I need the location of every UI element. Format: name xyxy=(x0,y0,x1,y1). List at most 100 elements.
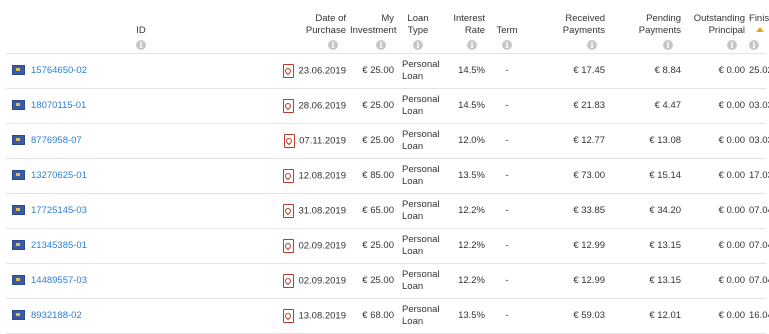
investment-cell: € 25.00 xyxy=(362,240,394,251)
table-row[interactable]: 17725145-03 31.08.2019 € 65.00 Personal … xyxy=(6,193,769,228)
pdf-icon[interactable] xyxy=(283,168,295,183)
pending-cell: € 12.01 xyxy=(649,310,682,321)
flag-icon xyxy=(12,310,25,321)
info-icon[interactable]: i xyxy=(587,39,598,50)
date-cell: 12.08.2019 xyxy=(276,158,348,193)
pdf-icon[interactable] xyxy=(284,133,296,148)
pdf-icon[interactable] xyxy=(283,98,295,113)
date-cell: 02.09.2019 xyxy=(276,228,348,263)
pending-cell: € 34.20 xyxy=(649,205,682,216)
loans-table-container: ID i Date of Purchase i My Investment i Loa… xyxy=(0,0,769,333)
received-cell: € 33.85 xyxy=(573,205,606,216)
loan-type-cell: Personal Loan xyxy=(402,128,440,152)
date-cell: 02.09.2019 xyxy=(276,263,348,298)
investment-cell: € 65.00 xyxy=(362,205,394,216)
outstanding-cell: € 0.00 xyxy=(718,275,746,286)
header-finished[interactable]: Finishedi xyxy=(747,0,769,53)
loan-id-link[interactable]: 17725145-03 xyxy=(31,205,87,216)
sort-ascending-icon[interactable] xyxy=(756,26,765,32)
outstanding-cell: € 0.00 xyxy=(718,205,746,216)
pdf-icon[interactable] xyxy=(283,308,295,323)
info-icon[interactable]: i xyxy=(749,39,760,50)
investment-cell: € 25.00 xyxy=(362,275,394,286)
table-row[interactable]: 8776958-07 07.11.2019 € 25.00 Personal L… xyxy=(6,123,769,158)
table-row[interactable]: 18070115-01 28.06.2019 € 25.00 Personal … xyxy=(6,88,769,123)
received-cell: € 21.83 xyxy=(573,100,606,111)
header-loan-type[interactable]: Loan Type i xyxy=(396,0,440,53)
finished-cell: 07.04.2020 xyxy=(749,240,769,251)
flag-icon xyxy=(12,205,25,216)
flag-icon xyxy=(12,100,25,111)
header-my-investment[interactable]: My Investment i xyxy=(348,0,396,53)
outstanding-cell: € 0.00 xyxy=(718,310,746,321)
investment-cell: € 25.00 xyxy=(362,100,394,111)
interest-cell: 12.0% xyxy=(458,135,485,146)
flag-icon xyxy=(12,275,25,286)
header-term[interactable]: Term i xyxy=(487,0,527,53)
id-cell: 18070115-01 xyxy=(6,88,276,123)
header-interest-rate[interactable]: Interest Rate i xyxy=(440,0,487,53)
info-icon[interactable]: i xyxy=(502,39,512,50)
id-cell: 21345385-01 xyxy=(6,228,276,263)
loan-type-cell: Personal Loan xyxy=(402,58,440,82)
info-icon[interactable]: i xyxy=(467,39,477,50)
term-cell: - xyxy=(505,205,509,216)
header-date-of-purchase[interactable]: Date of Purchase i xyxy=(276,0,348,53)
finished-cell: 03.03.2020 xyxy=(749,135,769,146)
finished-cell: 25.02.2020 xyxy=(749,65,769,76)
interest-cell: 12.2% xyxy=(458,205,485,216)
received-cell: € 17.45 xyxy=(573,65,606,76)
header-row: ID i Date of Purchase i My Investment i Loa… xyxy=(6,0,769,53)
flag-icon xyxy=(12,170,25,181)
id-cell: 14489557-03 xyxy=(6,263,276,298)
date-cell: 23.06.2019 xyxy=(276,53,348,88)
investment-cell: € 25.00 xyxy=(362,135,394,146)
header-outstanding-principal[interactable]: Outstanding Principal i xyxy=(683,0,747,53)
term-cell: - xyxy=(505,100,509,111)
interest-cell: 13.5% xyxy=(458,170,485,181)
flag-icon xyxy=(12,65,25,76)
info-icon[interactable]: i xyxy=(727,39,738,50)
date-cell: 07.11.2019 xyxy=(276,123,348,158)
table-row[interactable]: 21345385-01 02.09.2019 € 25.00 Personal … xyxy=(6,228,769,263)
loan-type-cell: Personal Loan xyxy=(402,163,440,187)
loan-id-link[interactable]: 21345385-01 xyxy=(31,240,87,251)
finished-cell: 17.03.2020 xyxy=(749,170,769,181)
interest-cell: 14.5% xyxy=(458,65,485,76)
term-cell: - xyxy=(505,240,509,251)
interest-cell: 13.5% xyxy=(458,310,485,321)
date-cell: 28.06.2019 xyxy=(276,88,348,123)
header-id[interactable]: ID i xyxy=(6,0,276,53)
date-cell: 13.08.2019 xyxy=(276,298,348,333)
loan-id-link[interactable]: 8932188-02 xyxy=(31,310,82,321)
info-icon[interactable]: i xyxy=(376,39,386,50)
pdf-icon[interactable] xyxy=(283,238,295,253)
loan-id-link[interactable]: 15764650-02 xyxy=(31,65,87,76)
pending-cell: € 8.84 xyxy=(654,65,682,76)
table-row[interactable]: 15764650-02 23.06.2019 € 25.00 Personal … xyxy=(6,53,769,88)
table-row[interactable]: 13270625-01 12.08.2019 € 85.00 Personal … xyxy=(6,158,769,193)
table-row[interactable]: 14489557-03 02.09.2019 € 25.00 Personal … xyxy=(6,263,769,298)
table-row[interactable]: 8932188-02 13.08.2019 € 68.00 Personal L… xyxy=(6,298,769,333)
loan-id-link[interactable]: 8776958-07 xyxy=(31,135,82,146)
header-received-payments[interactable]: Received Payments i xyxy=(527,0,607,53)
loan-type-cell: Personal Loan xyxy=(402,233,440,257)
loan-id-link[interactable]: 18070115-01 xyxy=(31,100,86,111)
pdf-icon[interactable] xyxy=(283,203,295,218)
info-icon[interactable]: i xyxy=(328,39,338,50)
pending-cell: € 13.15 xyxy=(649,275,682,286)
loan-id-link[interactable]: 13270625-01 xyxy=(31,170,87,181)
loans-table: ID i Date of Purchase i My Investment i Loa… xyxy=(6,0,769,334)
pdf-icon[interactable] xyxy=(283,63,295,78)
date-cell: 31.08.2019 xyxy=(276,193,348,228)
term-cell: - xyxy=(505,275,509,286)
info-icon[interactable]: i xyxy=(136,39,146,50)
info-icon[interactable]: i xyxy=(663,39,674,50)
interest-cell: 14.5% xyxy=(458,100,485,111)
pending-cell: € 13.15 xyxy=(649,240,682,251)
header-pending-payments[interactable]: Pending Payments i xyxy=(607,0,683,53)
info-icon[interactable]: i xyxy=(413,39,423,50)
loan-id-link[interactable]: 14489557-03 xyxy=(31,275,87,286)
id-cell: 17725145-03 xyxy=(6,193,276,228)
pdf-icon[interactable] xyxy=(283,273,295,288)
